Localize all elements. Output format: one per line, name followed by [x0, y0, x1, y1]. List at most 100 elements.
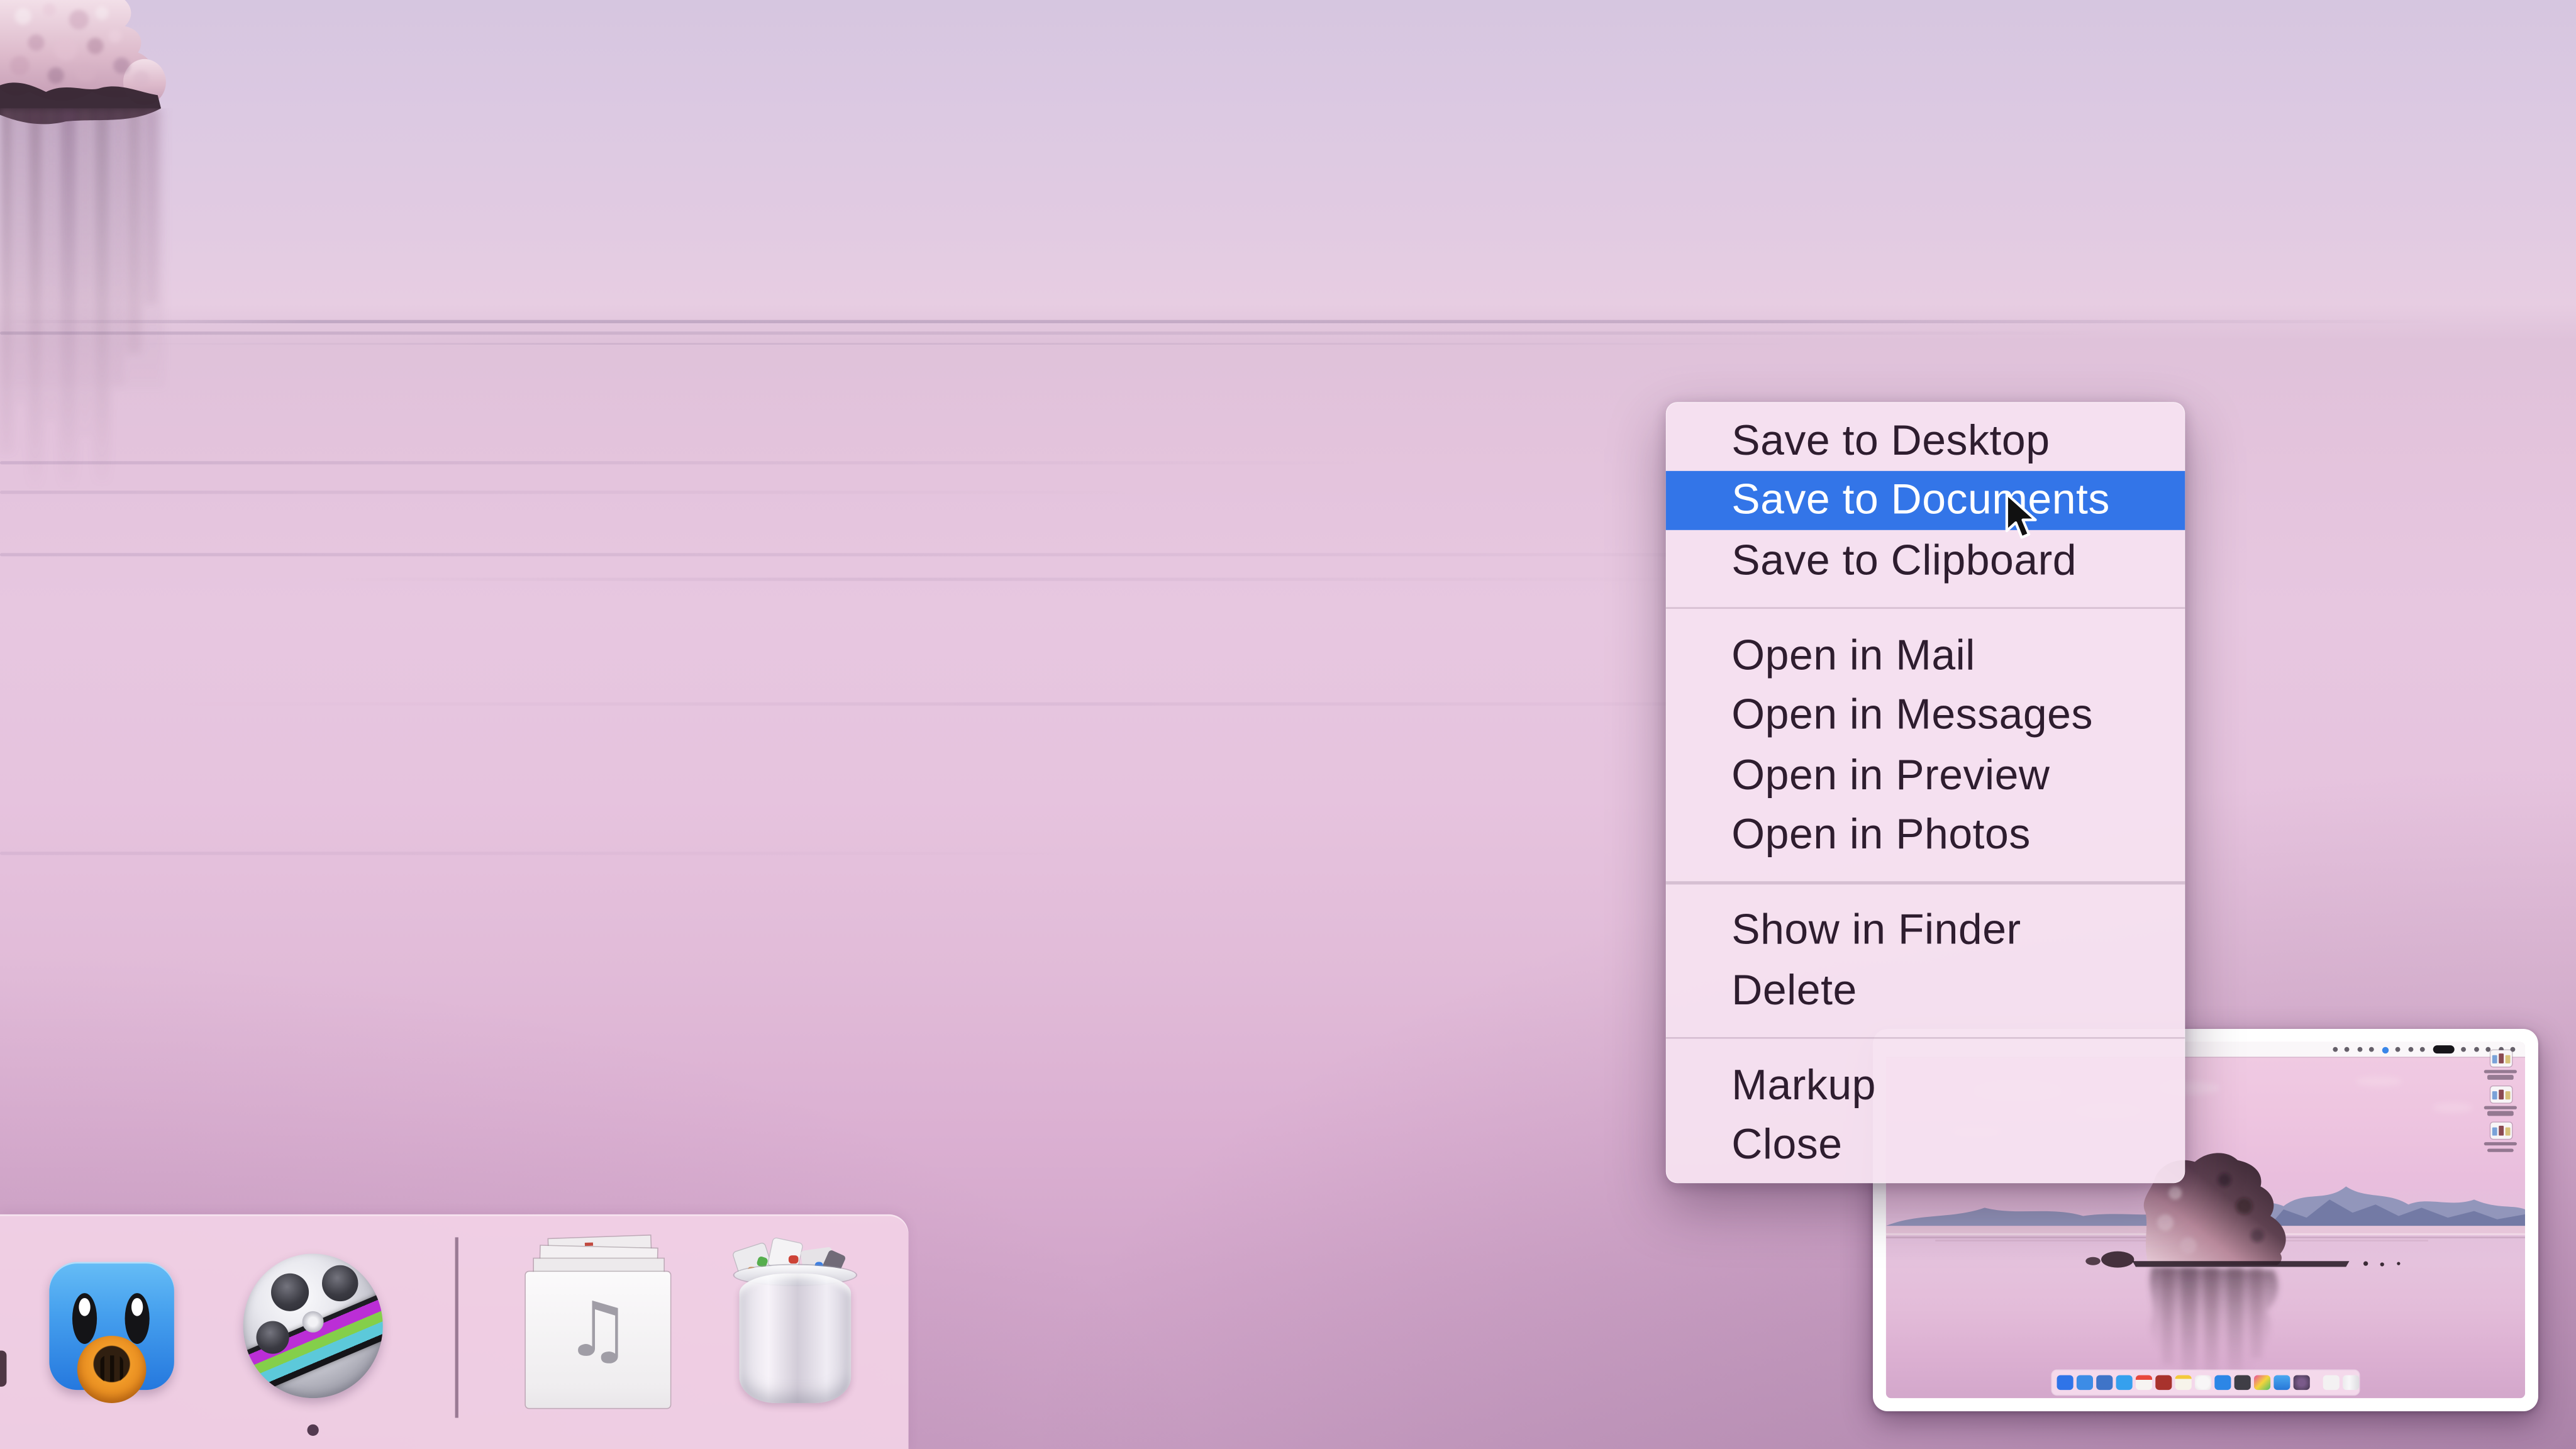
mini-dock-icon-tweetbot	[2273, 1374, 2290, 1391]
menu-separator	[1665, 606, 2185, 609]
thumb-detail	[2505, 1091, 2510, 1099]
mini-dock-icon-time-machine	[2234, 1374, 2250, 1391]
mouse-cursor	[2005, 492, 2037, 539]
trash-scrap	[788, 1255, 799, 1264]
menu-item-open-in-photos[interactable]: Open in Photos	[1666, 805, 2185, 865]
mini-file-label-line	[2484, 1069, 2517, 1073]
mini-menubar-dot-icon	[2344, 1046, 2350, 1052]
mini-dock-icon-trash	[2343, 1374, 2358, 1391]
mini-dock-icon-app-store	[2214, 1374, 2231, 1391]
menu-section-open: Open in Mail Open in Messages Open in Pr…	[1666, 625, 2185, 865]
water-streak	[0, 553, 1855, 557]
mini-desktop-file	[2479, 1086, 2522, 1116]
mini-dock-icon-file-stack	[2323, 1374, 2339, 1391]
water-streak	[0, 461, 1494, 465]
mini-file-thumbnail	[2489, 1086, 2511, 1103]
mini-file-label-line	[2484, 1105, 2517, 1109]
mini-dock-icon-calendar	[2135, 1374, 2151, 1391]
rock-formation	[0, 0, 166, 519]
menu-separator	[1665, 881, 2185, 884]
menu-section-other: Markup Close	[1666, 1055, 2185, 1175]
menu-item-open-in-messages[interactable]: Open in Messages	[1666, 685, 2185, 745]
screenshot-context-menu: Save to Desktop Save to Documents Save t…	[1665, 402, 2185, 1184]
menu-section-save: Save to Desktop Save to Documents Save t…	[1665, 410, 2185, 590]
mini-dock-icon-photos	[2254, 1374, 2270, 1391]
eye-glint	[130, 1297, 142, 1316]
menu-separator	[1665, 1036, 2185, 1039]
menu-item-save-to-documents[interactable]: Save to Documents	[1665, 470, 2185, 530]
cropped-dock-icon	[0, 1350, 7, 1387]
thumb-detail	[2505, 1054, 2510, 1063]
reel-hole	[256, 1321, 289, 1354]
mini-dock-icon-messages	[2116, 1374, 2132, 1391]
mini-file-label-line	[2487, 1148, 2514, 1152]
eye-glint	[78, 1297, 90, 1316]
trash-icon[interactable]	[726, 1238, 864, 1403]
mini-menubar-dot-icon	[2419, 1046, 2425, 1052]
mini-menubar-dot-icon	[2395, 1046, 2401, 1052]
mini-dock-icon-safari	[2076, 1374, 2092, 1391]
tweetbot-eye	[72, 1293, 97, 1345]
mini-file-label-line	[2487, 1075, 2514, 1079]
mini-menubar-dot-icon	[2407, 1046, 2413, 1052]
mini-dock-icon-finder	[2057, 1374, 2073, 1391]
dock: ♫	[0, 1214, 909, 1449]
menu-item-open-in-mail[interactable]: Open in Mail	[1666, 625, 2185, 685]
mini-desktop-files	[2479, 1050, 2522, 1152]
mini-menubar-pill-icon	[2432, 1045, 2454, 1053]
mini-dock-icon-mail	[2096, 1374, 2112, 1391]
mini-rock-reflection	[2150, 1267, 2279, 1383]
mini-file-label-line	[2487, 1111, 2514, 1116]
mini-dock-icon-itunes-store	[2155, 1374, 2172, 1391]
menu-item-delete[interactable]: Delete	[1666, 960, 2185, 1019]
menu-section-file: Show in Finder Delete	[1666, 900, 2185, 1019]
mini-desktop-file	[2479, 1123, 2522, 1152]
mini-menubar-dot-icon	[2332, 1046, 2337, 1052]
water-streak	[0, 331, 2112, 335]
mini-file-thumbnail	[2489, 1050, 2511, 1067]
thumb-detail	[2499, 1053, 2504, 1063]
screenflow-app-icon[interactable]	[243, 1253, 383, 1399]
music-note-icon: ♫	[564, 1285, 632, 1374]
mini-dock-icon-itunes	[2194, 1374, 2211, 1391]
reel-hub	[302, 1311, 324, 1333]
reel-hole	[322, 1265, 358, 1302]
mini-menubar-blue-icon	[2381, 1046, 2388, 1053]
menu-item-save-to-clipboard[interactable]: Save to Clipboard	[1666, 530, 2185, 590]
tweetbot-app-icon[interactable]	[49, 1262, 174, 1403]
music-file-sheet: ♫	[525, 1272, 670, 1408]
thumb-detail	[2499, 1089, 2504, 1100]
mini-menubar-dot-icon	[2473, 1046, 2479, 1052]
menu-item-open-in-preview[interactable]: Open in Preview	[1666, 745, 2185, 805]
file-stack-icon[interactable]: ♫	[523, 1235, 674, 1408]
tweetbot-eye	[125, 1293, 150, 1345]
trash-body	[739, 1273, 852, 1403]
mini-menubar-dot-icon	[2461, 1046, 2466, 1052]
reel-hole	[271, 1273, 309, 1311]
desktop: Save to Desktop Save to Documents Save t…	[0, 0, 2576, 1449]
menu-item-close[interactable]: Close	[1666, 1115, 2185, 1175]
tweetbot-beak-grill	[100, 1355, 123, 1382]
mini-dock-icon-notes	[2175, 1374, 2191, 1391]
thumb-detail	[2505, 1126, 2510, 1135]
mini-desktop-file	[2479, 1050, 2522, 1079]
mini-menubar-dot-icon	[2357, 1046, 2362, 1052]
thumb-detail	[2492, 1126, 2497, 1135]
mini-file-thumbnail	[2489, 1123, 2511, 1140]
menu-item-show-in-finder[interactable]: Show in Finder	[1666, 900, 2185, 960]
menu-item-markup[interactable]: Markup	[1666, 1055, 2185, 1115]
thumb-detail	[2499, 1126, 2504, 1136]
water-streak	[309, 577, 1726, 580]
sheet-mark	[584, 1242, 594, 1246]
mini-menubar-dot-icon	[2368, 1046, 2374, 1052]
running-indicator	[307, 1424, 319, 1436]
thumb-detail	[2492, 1091, 2497, 1099]
menu-item-save-to-desktop[interactable]: Save to Desktop	[1666, 410, 2185, 470]
mini-file-label-line	[2484, 1141, 2517, 1146]
water-streak	[103, 343, 1804, 345]
water-streak	[0, 852, 1134, 855]
rock-reflection	[0, 108, 165, 519]
thumb-detail	[2492, 1054, 2497, 1063]
water-streak	[0, 319, 2576, 324]
dock-separator	[455, 1237, 458, 1418]
